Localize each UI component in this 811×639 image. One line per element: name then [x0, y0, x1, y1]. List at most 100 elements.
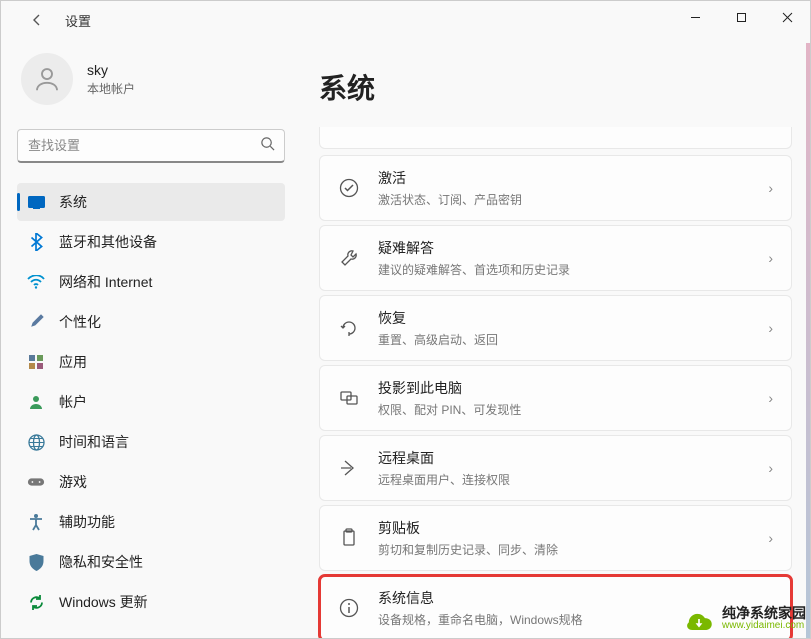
watermark: 纯净系统家园 www.yidaimei.com — [682, 602, 806, 636]
sidebar: sky 本地帐户 系统 蓝牙和其他设备 — [1, 39, 301, 638]
sidebar-item-bluetooth[interactable]: 蓝牙和其他设备 — [17, 223, 285, 261]
sidebar-item-accessibility[interactable]: 辅助功能 — [17, 503, 285, 541]
user-text: sky 本地帐户 — [87, 62, 135, 97]
apps-icon — [27, 353, 45, 371]
settings-window: 设置 sky 本地帐户 — [0, 0, 811, 639]
card-activation[interactable]: 激活 激活状态、订阅、产品密钥 › — [319, 155, 792, 221]
search-wrap — [17, 129, 285, 163]
card-sub: 远程桌面用户、连接权限 — [378, 471, 750, 488]
card-sub: 建议的疑难解答、首选项和历史记录 — [378, 261, 750, 278]
info-icon — [338, 597, 360, 619]
sidebar-item-label: 辅助功能 — [59, 512, 115, 532]
card-title: 恢复 — [378, 308, 750, 328]
sidebar-item-apps[interactable]: 应用 — [17, 343, 285, 381]
card-text: 恢复 重置、高级启动、返回 — [378, 308, 750, 348]
watermark-title: 纯净系统家园 — [722, 606, 806, 621]
chevron-right-icon: › — [768, 180, 773, 196]
accessibility-icon — [27, 513, 45, 531]
card-recovery[interactable]: 恢复 重置、高级启动、返回 › — [319, 295, 792, 361]
sidebar-item-label: 应用 — [59, 352, 87, 372]
maximize-icon — [736, 12, 747, 23]
sidebar-item-label: Windows 更新 — [59, 592, 148, 612]
page-title: 系统 — [319, 67, 792, 107]
sidebar-item-windows-update[interactable]: Windows 更新 — [17, 583, 285, 621]
sidebar-item-label: 个性化 — [59, 312, 101, 332]
chevron-right-icon: › — [768, 530, 773, 546]
window-controls — [672, 1, 810, 33]
gamepad-icon — [27, 473, 45, 491]
close-button[interactable] — [764, 1, 810, 33]
sidebar-item-personalization[interactable]: 个性化 — [17, 303, 285, 341]
card-sub: 剪切和复制历史记录、同步、清除 — [378, 541, 750, 558]
card-title: 剪贴板 — [378, 518, 750, 538]
chevron-right-icon: › — [768, 320, 773, 336]
content: sky 本地帐户 系统 蓝牙和其他设备 — [1, 39, 810, 638]
sidebar-item-network[interactable]: 网络和 Internet — [17, 263, 285, 301]
clipboard-icon — [338, 527, 360, 549]
user-name: sky — [87, 62, 135, 78]
brush-icon — [27, 313, 45, 331]
system-icon — [27, 193, 45, 211]
card-title: 激活 — [378, 168, 750, 188]
search-input[interactable] — [17, 129, 285, 163]
back-button[interactable] — [21, 4, 53, 36]
sidebar-item-label: 时间和语言 — [59, 432, 129, 452]
titlebar: 设置 — [1, 1, 810, 39]
project-icon — [338, 387, 360, 409]
sidebar-item-label: 帐户 — [59, 392, 87, 412]
settings-cards: 激活 激活状态、订阅、产品密钥 › 疑难解答 建议的疑难解答、首选项和历史记录 … — [319, 127, 792, 638]
user-row[interactable]: sky 本地帐户 — [17, 53, 285, 105]
bluetooth-icon — [27, 233, 45, 251]
minimize-icon — [690, 12, 701, 23]
globe-icon — [27, 433, 45, 451]
account-icon — [27, 393, 45, 411]
maximize-button[interactable] — [718, 1, 764, 33]
card-sub: 权限、配对 PIN、可发现性 — [378, 401, 750, 418]
sidebar-item-label: 隐私和安全性 — [59, 552, 143, 572]
watermark-logo-icon — [682, 602, 716, 636]
card-sub: 重置、高级启动、返回 — [378, 331, 750, 348]
sidebar-item-accounts[interactable]: 帐户 — [17, 383, 285, 421]
sidebar-item-time-language[interactable]: 时间和语言 — [17, 423, 285, 461]
card-troubleshoot[interactable]: 疑难解答 建议的疑难解答、首选项和历史记录 › — [319, 225, 792, 291]
card-sub: 激活状态、订阅、产品密钥 — [378, 191, 750, 208]
chevron-right-icon: › — [768, 250, 773, 266]
card-text: 疑难解答 建议的疑难解答、首选项和历史记录 — [378, 238, 750, 278]
remote-icon — [338, 457, 360, 479]
sidebar-item-gaming[interactable]: 游戏 — [17, 463, 285, 501]
avatar — [21, 53, 73, 105]
card-text: 远程桌面 远程桌面用户、连接权限 — [378, 448, 750, 488]
card-clipboard[interactable]: 剪贴板 剪切和复制历史记录、同步、清除 › — [319, 505, 792, 571]
chevron-right-icon: › — [768, 390, 773, 406]
shield-icon — [27, 553, 45, 571]
card-text: 投影到此电脑 权限、配对 PIN、可发现性 — [378, 378, 750, 418]
chevron-right-icon: › — [768, 460, 773, 476]
card-title: 投影到此电脑 — [378, 378, 750, 398]
user-sub: 本地帐户 — [87, 80, 135, 97]
window-title: 设置 — [65, 11, 91, 30]
sidebar-item-label: 网络和 Internet — [59, 272, 152, 292]
sidebar-item-label: 系统 — [59, 192, 87, 212]
card-remote-desktop[interactable]: 远程桌面 远程桌面用户、连接权限 › — [319, 435, 792, 501]
recovery-icon — [338, 317, 360, 339]
card-stub — [319, 127, 792, 149]
sidebar-nav: 系统 蓝牙和其他设备 网络和 Internet 个性化 应用 — [17, 183, 285, 621]
sidebar-item-system[interactable]: 系统 — [17, 183, 285, 221]
main: 系统 激活 激活状态、订阅、产品密钥 › 疑难解答 建议的疑难解答、首选项和历史… — [301, 39, 810, 638]
card-project[interactable]: 投影到此电脑 权限、配对 PIN、可发现性 › — [319, 365, 792, 431]
close-icon — [782, 12, 793, 23]
update-icon — [27, 593, 45, 611]
watermark-sub: www.yidaimei.com — [722, 621, 806, 632]
card-title: 远程桌面 — [378, 448, 750, 468]
card-text: 剪贴板 剪切和复制历史记录、同步、清除 — [378, 518, 750, 558]
search-icon — [260, 136, 275, 156]
sidebar-item-label: 游戏 — [59, 472, 87, 492]
minimize-button[interactable] — [672, 1, 718, 33]
watermark-text: 纯净系统家园 www.yidaimei.com — [722, 606, 806, 631]
person-icon — [32, 64, 62, 94]
sidebar-item-privacy[interactable]: 隐私和安全性 — [17, 543, 285, 581]
wifi-icon — [27, 273, 45, 291]
edge-decoration — [806, 43, 810, 638]
sidebar-item-label: 蓝牙和其他设备 — [59, 232, 157, 252]
wrench-icon — [338, 247, 360, 269]
